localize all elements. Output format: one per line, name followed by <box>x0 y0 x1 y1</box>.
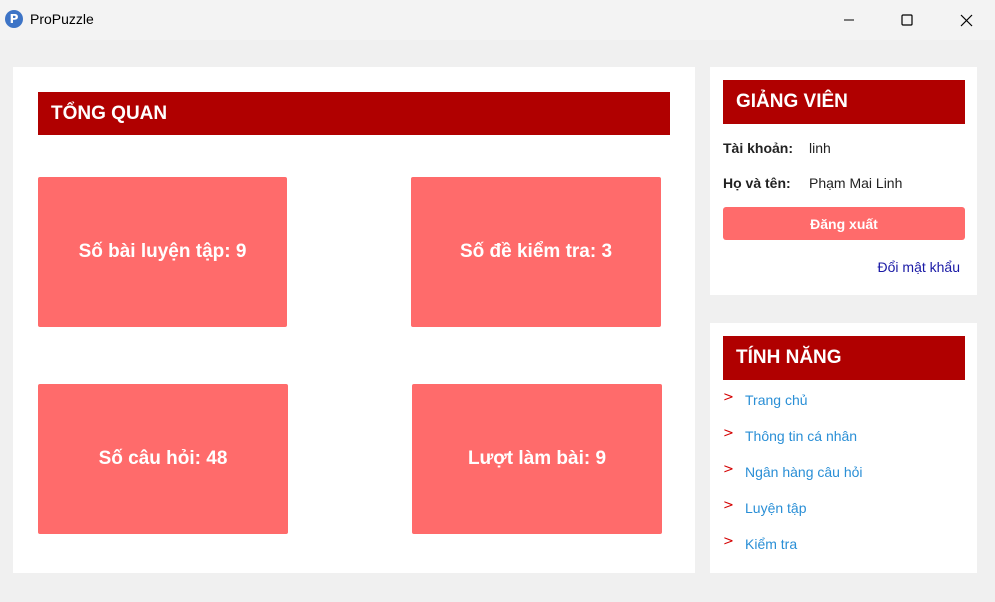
chevron-right-icon: > <box>723 497 734 513</box>
feature-item-label: Trang chủ <box>745 392 808 408</box>
chevron-right-icon: > <box>723 425 734 441</box>
feature-item-label: Luyện tập <box>745 500 807 516</box>
test-count-card: Số đề kiểm tra: 3 <box>411 177 661 327</box>
logout-button[interactable]: Đăng xuất <box>723 207 965 240</box>
feature-item-label: Kiểm tra <box>745 536 798 552</box>
feature-item-label: Ngân hàng câu hỏi <box>745 464 863 480</box>
attempt-count-label: Lượt làm bài: 9 <box>467 448 607 469</box>
account-label: Tài khoản: <box>723 140 794 156</box>
lecturer-header: GIẢNG VIÊN <box>723 80 965 124</box>
feature-item-test[interactable]: > Kiểm tra <box>723 533 798 553</box>
feature-item-home[interactable]: > Trang chủ <box>723 389 808 409</box>
overview-panel: TỔNG QUAN Số bài luyện tập: 9 Số đề kiểm… <box>13 67 695 573</box>
feature-item-label: Thông tin cá nhân <box>745 428 858 444</box>
minimize-icon <box>844 19 854 21</box>
feature-item-question-bank[interactable]: > Ngân hàng câu hỏi <box>723 461 863 481</box>
propuzzle-logo-icon: P <box>5 10 23 28</box>
maximize-button[interactable] <box>878 0 936 40</box>
chevron-right-icon: > <box>723 461 734 477</box>
features-panel: TÍNH NĂNG > Trang chủ > Thông tin cá nhâ… <box>710 323 977 573</box>
close-icon <box>960 14 972 26</box>
change-password-link[interactable]: Đổi mật khẩu <box>878 259 960 275</box>
question-count-card: Số câu hỏi: 48 <box>38 384 288 534</box>
minimize-button[interactable] <box>820 0 878 40</box>
name-row: Họ và tên: Phạm Mai Linh <box>723 175 902 191</box>
account-value: linh <box>809 140 831 156</box>
maximize-icon <box>901 14 913 26</box>
lecturer-panel: GIẢNG VIÊN Tài khoản: linh Họ và tên: Phạm… <box>710 67 977 295</box>
account-row: Tài khoản: linh <box>723 140 831 156</box>
title-bar: P ProPuzzle <box>0 0 995 40</box>
feature-item-practice[interactable]: > Luyện tập <box>723 497 807 517</box>
name-label: Họ và tên: <box>723 175 791 191</box>
chevron-right-icon: > <box>723 533 734 549</box>
question-count-label: Số câu hỏi: 48 <box>98 448 228 469</box>
practice-count-card: Số bài luyện tập: 9 <box>38 177 287 327</box>
practice-count-label: Số bài luyện tập: 9 <box>78 241 247 262</box>
name-value: Phạm Mai Linh <box>809 175 903 191</box>
window-title: ProPuzzle <box>30 11 94 27</box>
feature-item-profile[interactable]: > Thông tin cá nhân <box>723 425 858 445</box>
overview-header: TỔNG QUAN <box>38 92 670 135</box>
attempt-count-card: Lượt làm bài: 9 <box>412 384 662 534</box>
test-count-label: Số đề kiểm tra: 3 <box>459 241 613 262</box>
features-header: TÍNH NĂNG <box>723 336 965 380</box>
chevron-right-icon: > <box>723 389 734 405</box>
close-button[interactable] <box>937 0 995 40</box>
